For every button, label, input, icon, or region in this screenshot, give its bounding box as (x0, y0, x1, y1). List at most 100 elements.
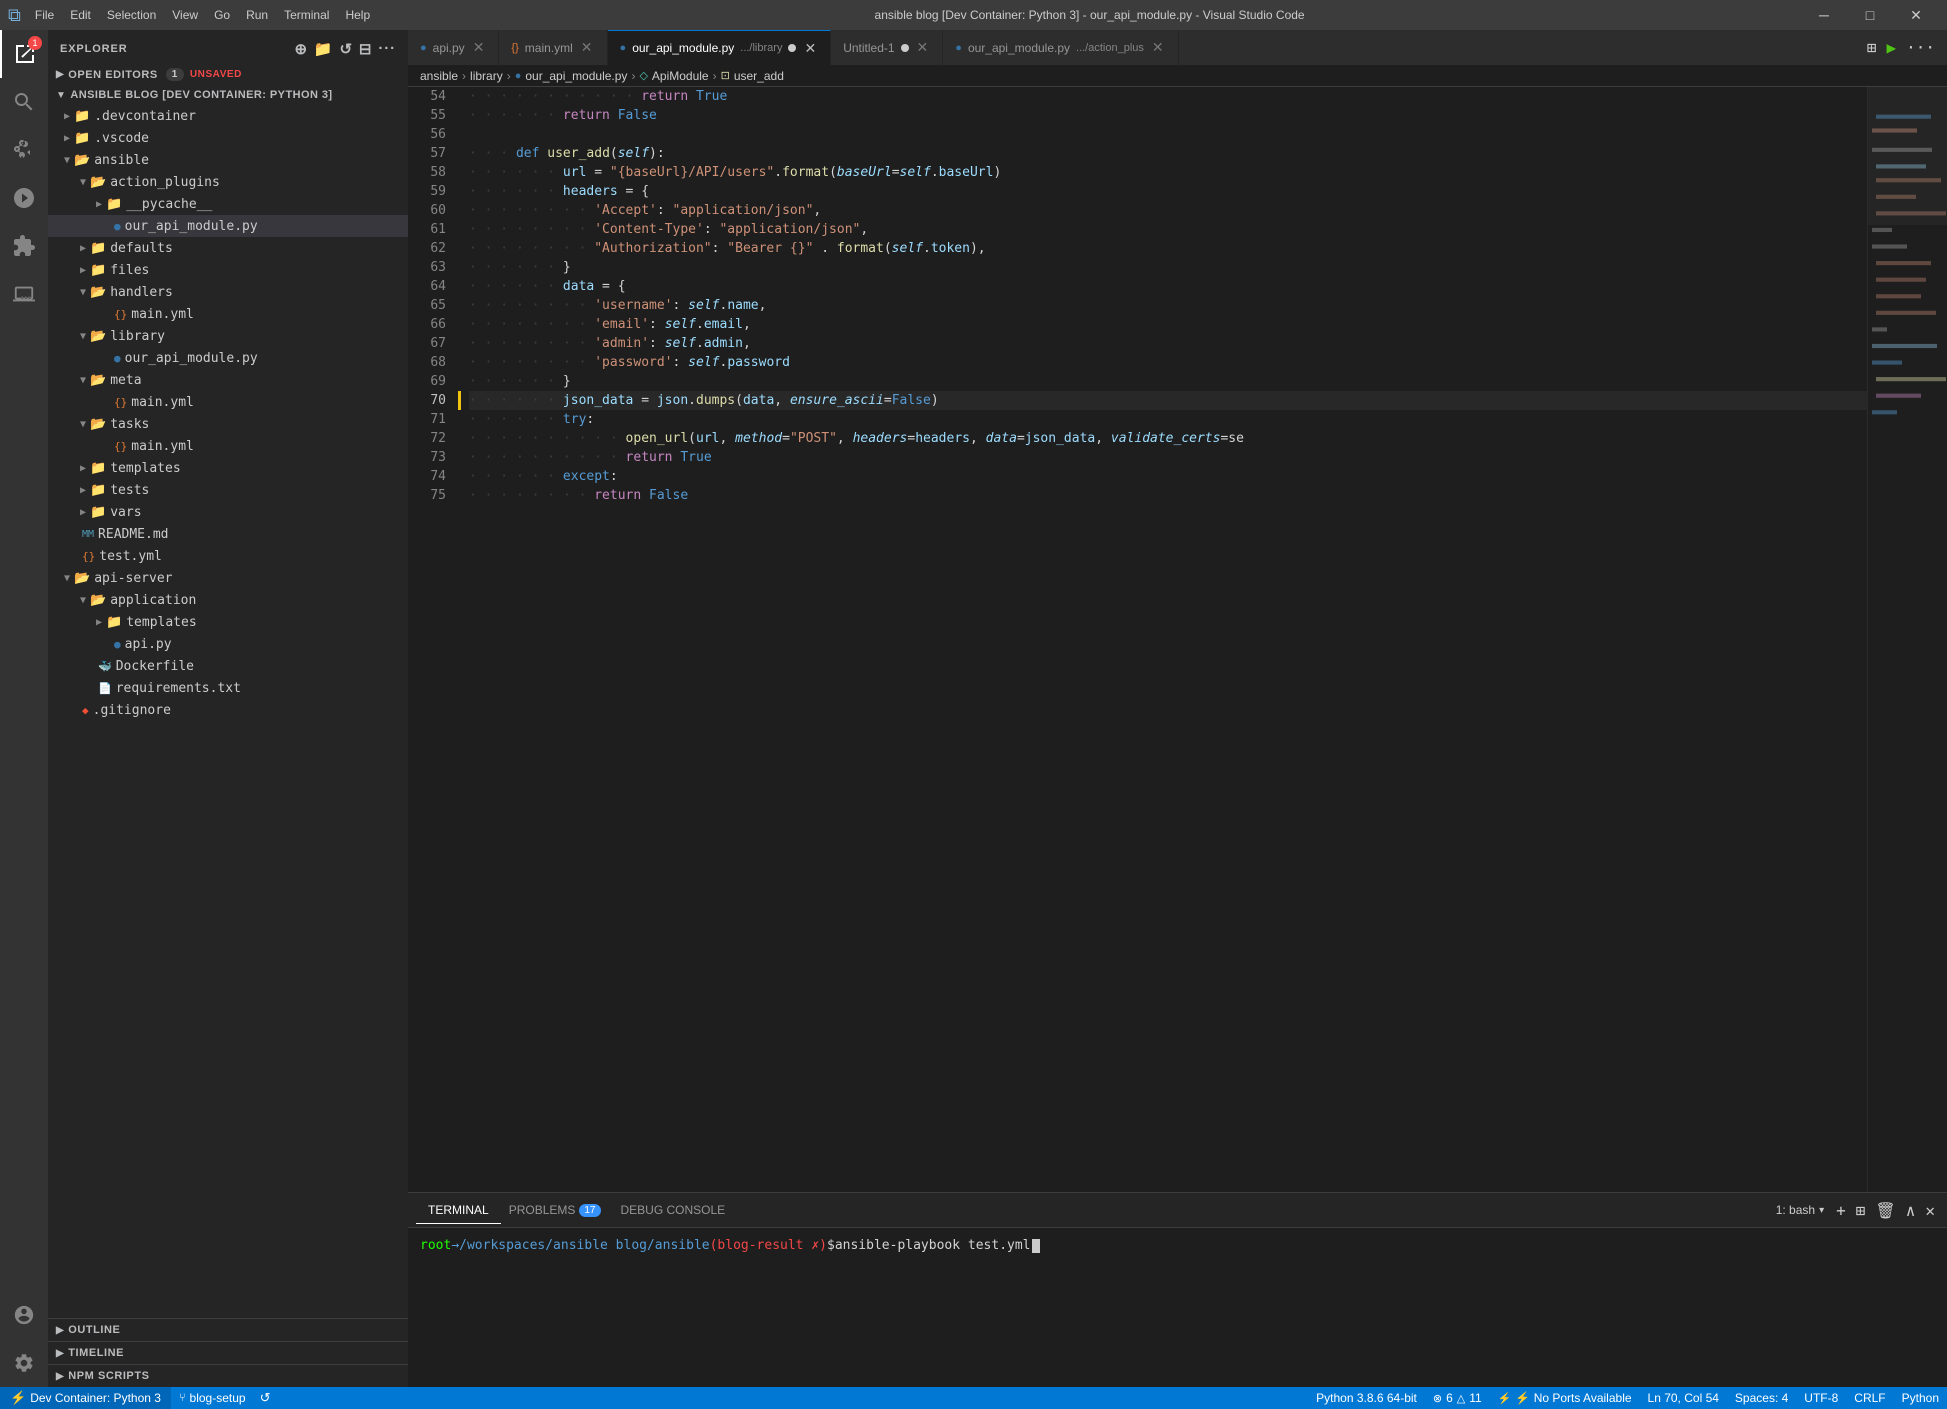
activity-item-settings[interactable] (0, 1339, 48, 1387)
tree-item-application[interactable]: ▼ 📂 application (48, 589, 408, 611)
status-eol[interactable]: CRLF (1846, 1387, 1893, 1409)
project-header[interactable]: ▼ ANSIBLE BLOG [DEV CONTAINER: PYTHON 3] (48, 85, 408, 105)
tree-item-test-yml[interactable]: {} test.yml (48, 545, 408, 567)
breadcrumb-ansible[interactable]: ansible (420, 69, 458, 83)
tree-item-api-server[interactable]: ▼ 📂 api-server (48, 567, 408, 589)
timeline-header[interactable]: ▶ TIMELINE (48, 1342, 408, 1364)
tree-item-handlers-main-yml[interactable]: {} main.yml (48, 303, 408, 325)
split-editor-icon[interactable]: ⊞ (1863, 36, 1881, 59)
status-remote[interactable]: ⚡ Dev Container: Python 3 (0, 1387, 171, 1409)
tab-close-icon[interactable]: ✕ (802, 39, 818, 58)
tab-main-yml[interactable]: {} main.yml ✕ (499, 30, 607, 65)
tree-item-dockerfile[interactable]: 🐳 Dockerfile (48, 655, 408, 677)
tree-item-defaults[interactable]: ▶ 📁 defaults (48, 237, 408, 259)
maximize-terminal-icon[interactable]: ∧ (1902, 1199, 1920, 1222)
activity-item-explorer[interactable]: 1 (0, 30, 48, 78)
breadcrumb-method[interactable]: user_add (734, 69, 784, 83)
split-terminal-icon[interactable]: ⊞ (1852, 1199, 1870, 1222)
tree-item-gitignore[interactable]: ◆ .gitignore (48, 699, 408, 721)
collapse-all-icon[interactable]: ⊟ (359, 40, 372, 58)
sidebar-header-actions: ⊕ 📁 ↺ ⊟ ··· (294, 40, 396, 58)
npm-scripts-header[interactable]: ▶ NPM SCRIPTS (48, 1365, 408, 1387)
activity-item-account[interactable] (0, 1291, 48, 1339)
terminal-tab-problems[interactable]: PROBLEMS 17 (501, 1197, 609, 1223)
activity-item-extensions[interactable] (0, 222, 48, 270)
status-ports[interactable]: ⚡ ⚡ No Ports Available (1490, 1387, 1640, 1409)
tree-item-requirements[interactable]: 📄 requirements.txt (48, 677, 408, 699)
tree-item-api-py[interactable]: ● api.py (48, 633, 408, 655)
tree-item-library[interactable]: ▼ 📂 library (48, 325, 408, 347)
menu-file[interactable]: File (27, 6, 62, 24)
tab-close-icon[interactable]: ✕ (471, 38, 487, 57)
code-editor[interactable]: 54 55 56 57 58 59 60 61 62 63 64 65 66 6… (408, 87, 1947, 1192)
status-branch[interactable]: ⑂ blog-setup (171, 1387, 254, 1409)
activity-item-run[interactable] (0, 174, 48, 222)
tree-item-our-api-module-action[interactable]: ● our_api_module.py (48, 215, 408, 237)
new-file-icon[interactable]: ⊕ (294, 40, 307, 58)
activity-item-search[interactable] (0, 78, 48, 126)
more-actions-icon[interactable]: ··· (378, 40, 396, 58)
tab-close-icon[interactable]: ✕ (915, 38, 931, 57)
minimize-button[interactable]: ─ (1801, 0, 1847, 30)
terminal-tab-debug[interactable]: DEBUG CONSOLE (609, 1197, 738, 1223)
tree-item-handlers[interactable]: ▼ 📂 handlers (48, 281, 408, 303)
tree-item-tests[interactable]: ▶ 📁 tests (48, 479, 408, 501)
open-editors-header[interactable]: ▶ OPEN EDITORS 1 UNSAVED (48, 64, 408, 85)
kill-terminal-icon[interactable]: 🗑 (1871, 1199, 1899, 1222)
tab-api-py[interactable]: ● api.py ✕ (408, 30, 499, 65)
tree-item-tasks[interactable]: ▼ 📂 tasks (48, 413, 408, 435)
menu-view[interactable]: View (164, 6, 206, 24)
menu-terminal[interactable]: Terminal (276, 6, 337, 24)
tree-item-meta-main-yml[interactable]: {} main.yml (48, 391, 408, 413)
tab-untitled[interactable]: Untitled-1 ✕ (831, 30, 943, 65)
tree-item-library-our-api[interactable]: ● our_api_module.py (48, 347, 408, 369)
close-terminal-icon[interactable]: ✕ (1921, 1199, 1939, 1222)
menu-edit[interactable]: Edit (62, 6, 99, 24)
folder-icon: 📁 (106, 197, 122, 212)
status-language[interactable]: Python (1894, 1387, 1947, 1409)
status-spaces[interactable]: Spaces: 4 (1727, 1387, 1796, 1409)
menu-run[interactable]: Run (238, 6, 276, 24)
menu-help[interactable]: Help (337, 6, 378, 24)
tab-our-api-module-2[interactable]: ● our_api_module.py .../action_plus ✕ (943, 30, 1178, 65)
menu-go[interactable]: Go (206, 6, 238, 24)
tree-item-tasks-main-yml[interactable]: {} main.yml (48, 435, 408, 457)
close-button[interactable]: ✕ (1893, 0, 1939, 30)
outline-header[interactable]: ▶ OUTLINE (48, 1319, 408, 1341)
tree-item-action-plugins[interactable]: ▼ 📂 action_plugins (48, 171, 408, 193)
terminal-content[interactable]: root → /workspaces/ansible blog/ansible … (408, 1228, 1947, 1387)
add-terminal-icon[interactable]: + (1832, 1199, 1850, 1222)
tab-our-api-module[interactable]: ● our_api_module.py .../library ✕ (608, 30, 832, 65)
tree-item-vscode[interactable]: ▶ 📁 .vscode (48, 127, 408, 149)
maximize-button[interactable]: □ (1847, 0, 1893, 30)
breadcrumb-file[interactable]: our_api_module.py (525, 69, 627, 83)
tree-item-templates-ansible[interactable]: ▶ 📁 templates (48, 457, 408, 479)
activity-item-source-control[interactable] (0, 126, 48, 174)
status-errors[interactable]: ⊗ 6 △ 11 (1425, 1387, 1490, 1409)
tree-item-meta[interactable]: ▼ 📂 meta (48, 369, 408, 391)
status-sync[interactable]: ↺ (254, 1387, 277, 1409)
code-content[interactable]: · · · · · · · · · · · return True · · · … (461, 87, 1867, 1192)
menu-selection[interactable]: Selection (99, 6, 164, 24)
tree-item-readme[interactable]: MM README.md (48, 523, 408, 545)
tree-item-pycache[interactable]: ▶ 📁 __pycache__ (48, 193, 408, 215)
tree-item-ansible[interactable]: ▼ 📂 ansible (48, 149, 408, 171)
more-tabs-icon[interactable]: ··· (1902, 36, 1939, 59)
breadcrumb-library[interactable]: library (470, 69, 503, 83)
run-icon[interactable]: ▶ (1882, 36, 1900, 59)
breadcrumb-class[interactable]: ApiModule (652, 69, 709, 83)
status-line-col[interactable]: Ln 70, Col 54 (1640, 1387, 1727, 1409)
tree-item-files[interactable]: ▶ 📁 files (48, 259, 408, 281)
terminal-session-dropdown-icon[interactable]: ▾ (1819, 1205, 1824, 1216)
tree-item-templates-app[interactable]: ▶ 📁 templates (48, 611, 408, 633)
status-python[interactable]: Python 3.8.6 64-bit (1308, 1387, 1425, 1409)
new-folder-icon[interactable]: 📁 (314, 40, 334, 58)
tree-item-devcontainer[interactable]: ▶ 📁 .devcontainer (48, 105, 408, 127)
terminal-tab-terminal[interactable]: TERMINAL (416, 1197, 501, 1224)
refresh-icon[interactable]: ↺ (339, 40, 352, 58)
status-encoding[interactable]: UTF-8 (1796, 1387, 1846, 1409)
tab-close-icon[interactable]: ✕ (1150, 38, 1166, 57)
activity-item-remote[interactable] (0, 270, 48, 318)
tab-close-icon[interactable]: ✕ (579, 38, 595, 57)
tree-item-vars[interactable]: ▶ 📁 vars (48, 501, 408, 523)
